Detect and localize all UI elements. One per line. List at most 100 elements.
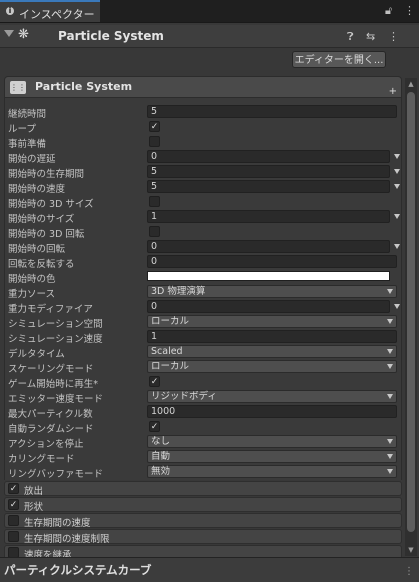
- particle-system-icon: ❋: [18, 27, 29, 42]
- dropdown-selected-value: ローカル: [151, 361, 190, 372]
- property-row: 開始時のサイズ 1: [8, 210, 400, 225]
- dropdown-selected-value: リジッドボディ: [151, 391, 217, 402]
- property-dropdown[interactable]: ローカル: [147, 360, 397, 373]
- dropdown-selected-value: 自動: [151, 451, 171, 462]
- property-label: リングバッファモード: [8, 469, 104, 480]
- component-header[interactable]: ❋ Particle System ❓︎ ⇆ ⋮: [0, 25, 419, 48]
- property-label: 開始の遅延: [8, 154, 56, 165]
- scroll-down-icon[interactable]: ▼: [405, 544, 417, 556]
- curve-mode-dropdown-icon[interactable]: [394, 154, 400, 159]
- property-dropdown[interactable]: 無効: [147, 465, 397, 478]
- curve-mode-dropdown-icon[interactable]: [394, 304, 400, 309]
- submodule-checkbox[interactable]: ✓: [8, 483, 19, 494]
- lock-icon[interactable]: 🔓︎: [385, 4, 392, 18]
- property-row: 重力ソース 3D 物理演算: [8, 285, 400, 300]
- dropdown-selected-value: ローカル: [151, 316, 190, 327]
- property-dropdown[interactable]: なし: [147, 435, 397, 448]
- property-row: リングバッファモード 無効: [8, 465, 400, 480]
- submodule-label: 形状: [24, 502, 44, 513]
- submodule-checkbox[interactable]: [8, 515, 19, 526]
- property-row: 最大パーティクル数 1000: [8, 405, 400, 420]
- color-swatch[interactable]: [147, 271, 390, 281]
- property-value-field[interactable]: 0: [147, 300, 390, 313]
- curve-mode-dropdown-icon[interactable]: [394, 169, 400, 174]
- property-label: カリングモード: [8, 454, 75, 465]
- property-label: 継続時間: [8, 109, 47, 120]
- property-label: 開始時のサイズ: [8, 214, 75, 225]
- property-label: 開始時の速度: [8, 184, 66, 195]
- property-value-field[interactable]: 5: [147, 180, 390, 193]
- property-label: 回転を反転する: [8, 259, 75, 270]
- property-label: 最大パーティクル数: [8, 409, 93, 420]
- scrollbar-thumb[interactable]: [407, 92, 415, 532]
- property-dropdown[interactable]: 自動: [147, 450, 397, 463]
- property-checkbox[interactable]: ✓: [149, 376, 160, 387]
- particle-system-module-header[interactable]: ⋮⋮ Particle System +: [4, 76, 402, 98]
- property-dropdown[interactable]: 3D 物理演算: [147, 285, 397, 298]
- submodule-header[interactable]: ✓ 形状: [4, 497, 402, 513]
- particle-curves-panel-header[interactable]: パーティクルシステムカーブ ⋮: [0, 557, 419, 582]
- settings-sliders-icon[interactable]: ⇆: [366, 30, 375, 43]
- property-value-field[interactable]: 1: [147, 210, 390, 223]
- open-editor-button[interactable]: エディターを開く...: [292, 51, 386, 68]
- property-dropdown[interactable]: リジッドボディ: [147, 390, 397, 403]
- chevron-down-icon: [387, 349, 393, 354]
- property-label: シミュレーション空間: [8, 319, 103, 330]
- property-value-field[interactable]: 0: [147, 255, 397, 268]
- submodule-checkbox[interactable]: [8, 531, 19, 542]
- dropdown-selected-value: 3D 物理演算: [151, 286, 206, 297]
- property-checkbox[interactable]: [149, 196, 160, 207]
- more-icon[interactable]: ⋮: [404, 4, 415, 17]
- property-row: 自動ランダムシード ✓: [8, 420, 400, 435]
- curve-mode-dropdown-icon[interactable]: [394, 244, 400, 249]
- dropdown-selected-value: Scaled: [151, 346, 183, 357]
- property-label: 開始時の回転: [8, 244, 66, 255]
- resize-grip-icon[interactable]: ⋮: [404, 566, 414, 577]
- submodule-header[interactable]: ✓ 放出: [4, 481, 402, 497]
- property-label: 重力モディファイア: [8, 304, 93, 315]
- property-label: 開始時の 3D サイズ: [8, 199, 94, 210]
- property-checkbox[interactable]: [149, 226, 160, 237]
- property-row: 回転を反転する 0: [8, 255, 400, 270]
- property-value-field[interactable]: 0: [147, 150, 390, 163]
- scroll-up-icon[interactable]: ▲: [405, 78, 417, 90]
- chevron-down-icon: [387, 289, 393, 294]
- help-icon[interactable]: ❓︎: [347, 30, 354, 44]
- dropdown-selected-value: なし: [151, 436, 171, 447]
- submodule-label: 生存期間の速度制限: [24, 534, 110, 545]
- property-dropdown[interactable]: Scaled: [147, 345, 397, 358]
- property-row: 開始時の色: [8, 270, 400, 285]
- property-value-field[interactable]: 0: [147, 240, 390, 253]
- property-label: 開始時の色: [8, 274, 56, 285]
- info-icon: i: [6, 7, 14, 15]
- property-checkbox[interactable]: [149, 136, 160, 147]
- property-value-field[interactable]: 1: [147, 330, 397, 343]
- property-value-field[interactable]: 5: [147, 105, 397, 118]
- property-row: 事前準備: [8, 135, 400, 150]
- property-label: アクションを停止: [8, 439, 84, 450]
- submodule-header[interactable]: 生存期間の速度制限: [4, 529, 402, 545]
- fold-arrow-icon[interactable]: [4, 30, 14, 37]
- property-row: 開始時の 3D 回転: [8, 225, 400, 240]
- chevron-down-icon: [387, 454, 393, 459]
- property-checkbox[interactable]: ✓: [149, 421, 160, 432]
- property-label: 重力ソース: [8, 289, 56, 300]
- module-title: Particle System: [35, 80, 133, 93]
- curves-panel-title: パーティクルシステムカーブ: [4, 563, 152, 577]
- property-dropdown[interactable]: ローカル: [147, 315, 397, 328]
- inspector-tab[interactable]: i インスペクター: [0, 0, 100, 22]
- property-value-field[interactable]: 5: [147, 165, 390, 178]
- more-icon[interactable]: ⋮: [388, 30, 399, 43]
- submodule-header[interactable]: 生存期間の速度: [4, 513, 402, 529]
- inspector-tab-label: インスペクター: [19, 8, 95, 21]
- curve-mode-dropdown-icon[interactable]: [394, 184, 400, 189]
- property-row: ゲーム開始時に再生* ✓: [8, 375, 400, 390]
- curve-mode-dropdown-icon[interactable]: [394, 214, 400, 219]
- plus-icon[interactable]: +: [389, 86, 397, 97]
- property-checkbox[interactable]: ✓: [149, 121, 160, 132]
- property-row: デルタタイム Scaled: [8, 345, 400, 360]
- property-value-field[interactable]: 1000: [147, 405, 397, 418]
- component-title: Particle System: [58, 29, 164, 43]
- submodule-checkbox[interactable]: ✓: [8, 499, 19, 510]
- inspector-tab-bar: i インスペクター 🔓︎ ⋮: [0, 0, 419, 23]
